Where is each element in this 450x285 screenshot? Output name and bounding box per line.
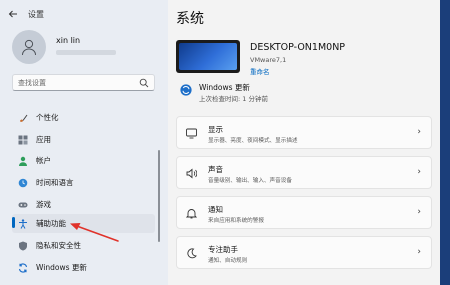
device-thumbnail [176,40,240,73]
desktop-background [440,0,450,285]
sidebar-item-windows-update[interactable]: Windows 更新 [12,258,155,277]
sidebar-item-time-language[interactable]: 时间和语言 [12,173,155,192]
page-title: 系统 [176,11,204,27]
chevron-right-icon: › [417,247,421,257]
sync-icon [180,84,192,96]
person-icon [18,156,28,166]
sidebar-item-accounts[interactable]: 帐户 [12,151,155,170]
person-icon [22,39,36,56]
back-arrow-icon[interactable] [6,7,20,21]
chevron-right-icon: › [417,207,421,217]
accessibility-icon [18,218,28,229]
sidebar-item-accessibility[interactable]: 辅助功能 [12,214,155,233]
search-input[interactable]: 查找设置 [12,74,155,91]
speaker-icon [186,168,197,179]
sidebar-item-personalization[interactable]: 个性化 [12,108,155,127]
desktop-wallpaper-image [179,43,237,70]
apps-icon [18,135,28,145]
device-model: VMware7,1 [250,56,287,64]
windows-update-status: 上次检查时间: 1 分钟前 [199,95,268,103]
sidebar-item-privacy-security[interactable]: 隐私和安全性 [12,236,155,255]
chevron-right-icon: › [417,127,421,137]
search-icon [139,78,149,87]
shield-icon [18,241,28,251]
paintbrush-icon [18,113,28,123]
sidebar-item-gaming[interactable]: 游戏 [12,195,155,214]
globe-clock-icon [18,178,28,188]
device-name: DESKTOP-ON1M0NP [250,42,346,53]
sidebar-item-apps[interactable]: 应用 [12,130,155,149]
card-display[interactable]: 显示 显示器、亮度、夜间模式、显示描述 › [176,116,432,149]
active-indicator [12,217,15,228]
user-name: xin lin [56,35,81,45]
user-profile[interactable]: xin lin [12,30,80,64]
bell-icon [186,209,197,219]
card-focus-assist[interactable]: 专注助手 通知、自动规则 › [176,236,432,269]
title-bar: 设置 [6,6,44,22]
settings-window: 设置 xin lin 查找设置 个性化 应用 帐户 时间和语言 游戏 辅助功能 … [0,0,450,285]
sync-icon [18,262,28,273]
windows-update-title[interactable]: Windows 更新 [199,82,250,93]
user-email-redacted [56,50,116,55]
app-title: 设置 [28,9,44,19]
avatar [12,30,46,64]
chevron-right-icon: › [417,167,421,177]
gamepad-icon [18,200,28,210]
moon-icon [187,248,197,259]
card-notifications[interactable]: 通知 来自应用和系统的警报 › [176,196,432,229]
search-placeholder: 查找设置 [18,78,46,87]
card-sound[interactable]: 声音 音量级别、输出、输入、声音设备 › [176,156,432,189]
sidebar-scrollbar[interactable] [158,150,160,242]
rename-link[interactable]: 重命名 [250,66,270,76]
display-icon [186,128,197,139]
